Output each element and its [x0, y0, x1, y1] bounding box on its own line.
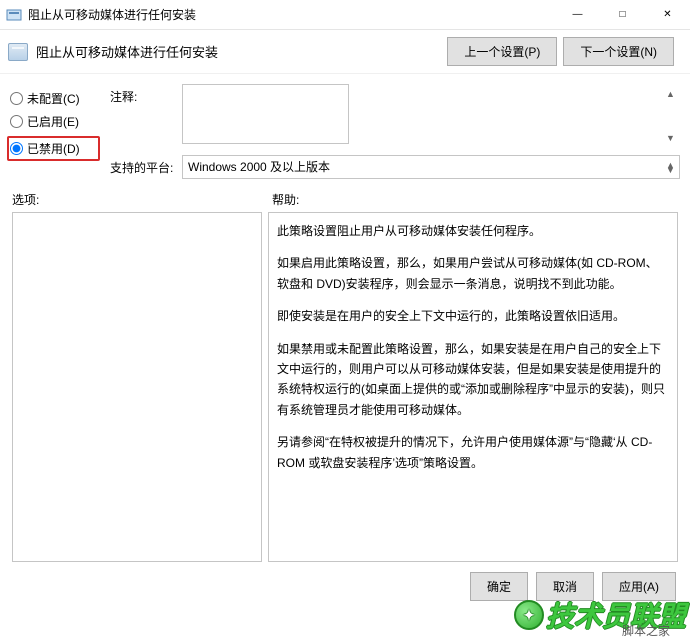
options-pane	[12, 212, 262, 562]
next-setting-button[interactable]: 下一个设置(N)	[563, 37, 674, 66]
radio-disabled-highlight: 已禁用(D)	[7, 136, 100, 161]
radio-enabled[interactable]: 已启用(E)	[10, 113, 100, 130]
cancel-button[interactable]: 取消	[536, 572, 594, 601]
scroll-down-icon[interactable]: ▼	[663, 130, 678, 145]
ok-button[interactable]: 确定	[470, 572, 528, 601]
app-icon	[6, 7, 22, 23]
previous-setting-button[interactable]: 上一个设置(P)	[447, 37, 557, 66]
dialog-footer: 确定 取消 应用(A)	[0, 562, 690, 601]
toolbar: 阻止从可移动媒体进行任何安装 上一个设置(P) 下一个设置(N)	[0, 30, 690, 74]
watermark-overlay: ✦ 技术员联盟	[514, 595, 686, 635]
help-paragraph: 另请参阅“在特权被提升的情况下，允许用户使用媒体源”与“隐藏‘从 CD-ROM …	[277, 432, 669, 473]
scroll-up-icon[interactable]: ▲	[663, 86, 678, 101]
radio-disabled[interactable]: 已禁用(D)	[10, 140, 96, 157]
config-area: 未配置(C) 已启用(E) 已禁用(D) 注释: ▲ ▼ 支持的平台:	[0, 74, 690, 187]
watermark-subtext: 脚本之家	[622, 622, 670, 639]
apply-button[interactable]: 应用(A)	[602, 572, 676, 601]
supported-platform-value: Windows 2000 及以上版本	[188, 160, 330, 174]
help-paragraph: 此策略设置阻止用户从可移动媒体安装任何程序。	[277, 221, 669, 241]
radio-enabled-input[interactable]	[10, 115, 23, 128]
supported-platform-box: Windows 2000 及以上版本	[182, 155, 680, 179]
state-radio-group: 未配置(C) 已启用(E) 已禁用(D)	[10, 78, 100, 179]
window-controls: — □ ✕	[555, 0, 690, 30]
panes-row: 此策略设置阻止用户从可移动媒体安装任何程序。 如果启用此策略设置，那么，如果用户…	[0, 212, 690, 562]
help-pane: 此策略设置阻止用户从可移动媒体安装任何程序。 如果启用此策略设置，那么，如果用户…	[268, 212, 678, 562]
radio-disabled-input[interactable]	[10, 142, 23, 155]
help-paragraph: 即使安装是在用户的安全上下文中运行的，此策略设置依旧适用。	[277, 306, 669, 326]
help-label: 帮助:	[272, 191, 299, 208]
options-label: 选项:	[12, 191, 272, 208]
policy-icon	[8, 43, 28, 61]
radio-not-configured-label: 未配置(C)	[27, 90, 80, 107]
scroll-down-icon[interactable]: ▼	[663, 162, 678, 177]
comment-label: 注释:	[110, 84, 174, 105]
help-paragraph: 如果禁用或未配置此策略设置，那么，如果安装是在用户自己的安全上下文中运行的，则用…	[277, 339, 669, 421]
watermark-logo-icon: ✦	[514, 600, 544, 630]
help-paragraph: 如果启用此策略设置，那么，如果用户尝试从可移动媒体(如 CD-ROM、软盘和 D…	[277, 253, 669, 294]
window-titlebar: 阻止从可移动媒体进行任何安装 — □ ✕	[0, 0, 690, 30]
minimize-button[interactable]: —	[555, 0, 600, 30]
supported-platform-label: 支持的平台:	[110, 155, 174, 176]
radio-disabled-label: 已禁用(D)	[27, 140, 80, 157]
pane-labels: 选项: 帮助:	[0, 187, 690, 212]
radio-not-configured[interactable]: 未配置(C)	[10, 90, 100, 107]
policy-title: 阻止从可移动媒体进行任何安装	[36, 42, 218, 61]
comment-textbox[interactable]	[182, 84, 349, 144]
window-title: 阻止从可移动媒体进行任何安装	[28, 6, 196, 23]
radio-enabled-label: 已启用(E)	[27, 113, 79, 130]
watermark-text: 技术员联盟	[546, 595, 686, 635]
close-button[interactable]: ✕	[645, 0, 690, 30]
maximize-button[interactable]: □	[600, 0, 645, 30]
radio-not-configured-input[interactable]	[10, 92, 23, 105]
